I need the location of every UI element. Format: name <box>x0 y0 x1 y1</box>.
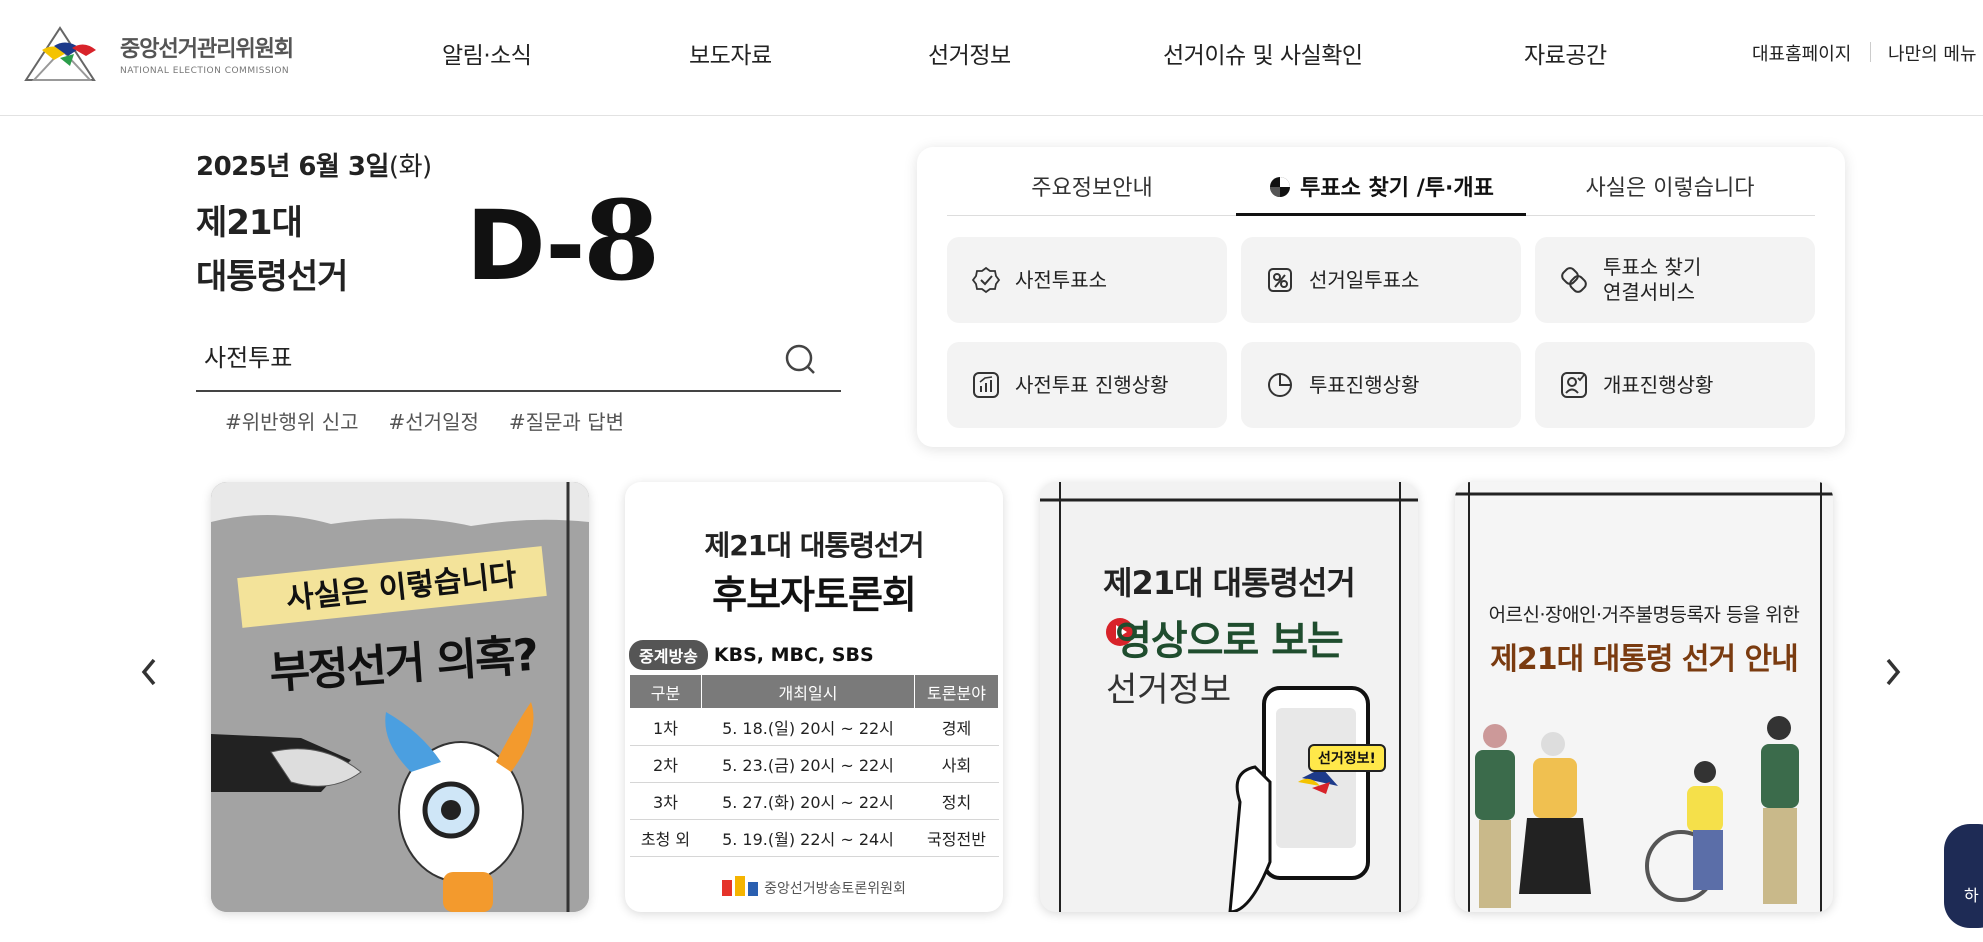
banner-debate-subtitle: 후보자토론회 <box>712 573 917 617</box>
table-header: 토론분야 <box>914 674 999 709</box>
table-cell: 5. 19.(월) 22시 ~ 24시 <box>701 819 915 857</box>
hashtag-schedule[interactable]: #선거일정 <box>389 406 479 435</box>
prev-arrow-icon[interactable] <box>134 650 164 694</box>
search-box <box>196 326 841 392</box>
table-cell: 5. 27.(화) 20시 ~ 22시 <box>701 782 915 820</box>
voting-status-button[interactable]: 투표진행상황 <box>1241 342 1521 428</box>
broadcast-info: 중계방송 KBS, MBC, SBS <box>629 640 874 670</box>
header: 중앙선거관리위원회 NATIONAL ELECTION COMMISSION 알… <box>0 0 1983 116</box>
search-icon[interactable] <box>784 343 818 377</box>
table-cell: 정치 <box>914 782 999 820</box>
banner-accessibility-art <box>1455 482 1833 912</box>
banner-fact-check[interactable]: 사실은 이렇습니다 부정선거 의혹? <box>211 482 589 912</box>
tab-fact-check[interactable]: 사실은 이렇습니다 <box>1525 167 1815 217</box>
banner-accessibility-subtitle: 제21대 대통령 선거 안내 <box>1490 642 1798 677</box>
banner-accessibility-title: 어르신·장애인·거주불명등록자 등을 위한 <box>1488 604 1800 626</box>
logo-title: 중앙선거관리위원회 <box>120 36 294 62</box>
bar-chart-icon <box>973 372 999 398</box>
table-row: 2차 5. 23.(금) 20시 ~ 22시 사회 <box>629 745 999 783</box>
nav-item-press[interactable]: 보도자료 <box>689 36 772 70</box>
pie-icon <box>1270 177 1291 197</box>
pie-chart-icon <box>1268 373 1292 397</box>
election-title: 제21대 대통령선거 <box>196 203 348 297</box>
table-cell: 국정전반 <box>914 819 999 857</box>
table-cell: 5. 23.(금) 20시 ~ 22시 <box>701 745 915 783</box>
election-date: 2025년 6월 3일(화) <box>196 152 432 182</box>
table-header-row: 구분 개최일시 토론분야 <box>629 674 999 709</box>
util-divider <box>1870 42 1871 62</box>
banner-accessibility[interactable]: 어르신·장애인·거주불명등록자 등을 위한 제21대 대통령 선거 안내 <box>1455 482 1833 912</box>
table-header: 구분 <box>629 674 702 709</box>
table-cell: 5. 18.(일) 20시 ~ 22시 <box>701 708 915 746</box>
hashtag-list: #위반행위 신고 #선거일정 #질문과 답변 <box>225 406 624 435</box>
early-voting-place-button[interactable]: 사전투표소 <box>947 237 1227 323</box>
tab-key-info[interactable]: 주요정보안내 <box>947 167 1237 217</box>
table-cell: 1차 <box>629 708 702 746</box>
election-day-place-button[interactable]: 선거일투표소 <box>1241 237 1521 323</box>
logo[interactable]: 중앙선거관리위원회 NATIONAL ELECTION COMMISSION <box>24 20 309 86</box>
tab-active-indicator <box>1236 213 1526 216</box>
table-cell: 경제 <box>914 708 999 746</box>
info-card: 주요정보안내 투표소 찾기 /투·개표 사실은 이렇습니다 사전투표소 선거일투… <box>917 147 1845 447</box>
dday-counter: D-8 <box>466 176 660 305</box>
early-voting-status-button[interactable]: 사전투표 진행상황 <box>947 342 1227 428</box>
counting-status-button[interactable]: 개표진행상황 <box>1535 342 1815 428</box>
floating-action-label: 하 <box>1964 886 1979 905</box>
page: 중앙선거관리위원회 NATIONAL ELECTION COMMISSION 알… <box>0 0 1983 942</box>
nav-item-news[interactable]: 알림·소식 <box>442 36 532 70</box>
hashtag-report[interactable]: #위반행위 신고 <box>225 406 359 435</box>
banner-video-subtitle: 영상으로 보는 <box>1115 618 1344 664</box>
table-cell: 초청 외 <box>629 819 702 857</box>
util-my-menu[interactable]: 나만의 메뉴 <box>1888 40 1977 66</box>
search-input[interactable] <box>204 334 764 376</box>
nav-item-election-info[interactable]: 선거정보 <box>928 36 1011 70</box>
banner-video-badge: 선거정보! <box>1308 744 1386 772</box>
person-check-icon <box>1561 372 1587 398</box>
nav-item-issues[interactable]: 선거이슈 및 사실확인 <box>1163 36 1363 70</box>
table-row: 초청 외 5. 19.(월) 22시 ~ 24시 국정전반 <box>629 819 999 857</box>
util-main-home[interactable]: 대표홈페이지 <box>1752 40 1851 66</box>
banner-debate-title: 제21대 대통령선거 <box>704 529 924 562</box>
hashtag-faq[interactable]: #질문과 답변 <box>509 406 624 435</box>
table-header: 개최일시 <box>701 674 915 709</box>
debate-commission-logo-icon <box>722 876 759 896</box>
nav-item-archive[interactable]: 자료공간 <box>1524 36 1607 70</box>
banner-video-info[interactable]: 제21대 대통령선거 영상으로 보는 선거정보 선거정보! <box>1040 482 1418 912</box>
table-row: 3차 5. 27.(화) 20시 ~ 22시 정치 <box>629 782 999 820</box>
banner-debate-footer: 중앙선거방송토론위원회 <box>625 876 1003 898</box>
ballot-box-icon <box>1268 268 1292 292</box>
check-circle-icon <box>971 266 1001 294</box>
banner-debate[interactable]: 제21대 대통령선거 후보자토론회 중계방송 KBS, MBC, SBS 구분 … <box>625 482 1003 912</box>
broadcast-channels: KBS, MBC, SBS <box>713 644 874 666</box>
link-icon <box>1561 267 1587 293</box>
table-cell: 사회 <box>914 745 999 783</box>
next-arrow-icon[interactable] <box>1878 650 1908 694</box>
floating-action-button[interactable]: 하 <box>1944 824 1983 928</box>
table-row: 1차 5. 18.(일) 20시 ~ 22시 경제 <box>629 708 999 746</box>
banner-video-title: 제21대 대통령선거 <box>1103 564 1356 602</box>
debate-schedule-table: 구분 개최일시 토론분야 1차 5. 18.(일) 20시 ~ 22시 경제 2… <box>629 674 999 857</box>
place-finder-label: 투표소 찾기 연결서비스 <box>1603 255 1702 304</box>
tab-polling-place[interactable]: 투표소 찾기 /투·개표 <box>1236 167 1526 217</box>
place-finder-link-button[interactable]: 투표소 찾기 연결서비스 <box>1535 237 1815 323</box>
table-cell: 3차 <box>629 782 702 820</box>
table-cell: 2차 <box>629 745 702 783</box>
banner-video-caption: 선거정보 <box>1106 670 1232 710</box>
logo-subtitle: NATIONAL ELECTION COMMISSION <box>120 65 290 76</box>
nec-logo-icon <box>24 26 96 81</box>
broadcast-label: 중계방송 <box>629 640 708 670</box>
